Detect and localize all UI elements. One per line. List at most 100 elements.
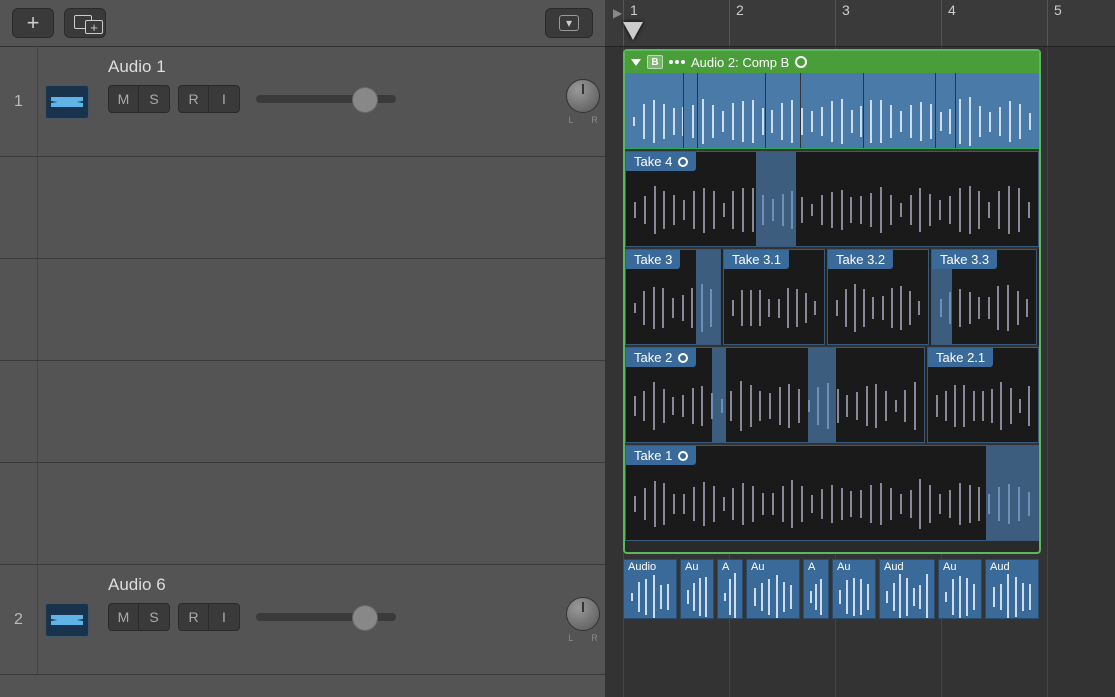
- input-button[interactable]: I: [209, 86, 239, 112]
- take-segment[interactable]: Take 1: [625, 445, 1039, 541]
- take-folder-header[interactable]: B Audio 2: Comp B: [625, 51, 1039, 73]
- take-lane[interactable]: Take 3 Take 3.1 Take 3.2 Take 3.3: [625, 247, 1039, 345]
- take-segment[interactable]: Take 3: [625, 249, 721, 345]
- audio-region[interactable]: Audio: [623, 559, 677, 619]
- track-header[interactable]: 2 Audio 6 M S R I: [0, 565, 605, 675]
- track-header[interactable]: 1 Audio 1 M S R I: [0, 47, 605, 157]
- mute-button[interactable]: M: [109, 86, 139, 112]
- waveform: [724, 272, 824, 344]
- volume-slider[interactable]: [256, 613, 396, 621]
- take-lane[interactable]: Take 2 Take 2.1: [625, 345, 1039, 443]
- waveform: [928, 370, 1038, 442]
- region-label: A: [718, 560, 733, 574]
- record-button[interactable]: R: [179, 604, 209, 630]
- comp-badge[interactable]: B: [647, 55, 663, 69]
- region-label: Aud: [986, 560, 1014, 574]
- take-label: Take 3.2: [828, 250, 893, 269]
- toolbar-dropdown-button[interactable]: [545, 8, 593, 38]
- audio-region[interactable]: A: [717, 559, 743, 619]
- volume-slider[interactable]: [256, 95, 396, 103]
- track-name[interactable]: Audio 1: [108, 57, 549, 77]
- playhead[interactable]: [623, 22, 643, 40]
- take-lane[interactable]: Take 4: [625, 149, 1039, 247]
- take-lane-header: [0, 463, 605, 565]
- waveform: [828, 272, 928, 344]
- region-label: Audio: [624, 560, 660, 574]
- ruler-tick: 5: [1047, 0, 1062, 46]
- waveform: [625, 95, 1039, 148]
- take-folder[interactable]: B Audio 2: Comp B Take 4Take 3Take 3.1Ta…: [623, 49, 1041, 554]
- audio-region[interactable]: Aud: [879, 559, 935, 619]
- region-label: A: [804, 560, 819, 574]
- pan-knob[interactable]: [566, 597, 600, 631]
- pan-knob[interactable]: [566, 79, 600, 113]
- take-label: Take 3.3: [932, 250, 997, 269]
- loop-icon[interactable]: [795, 56, 807, 68]
- take-segment[interactable]: Take 2.1: [927, 347, 1039, 443]
- track-number: 1: [0, 47, 38, 156]
- region-label: Aud: [880, 560, 908, 574]
- take-segment[interactable]: Take 3.3: [931, 249, 1037, 345]
- input-button[interactable]: I: [209, 604, 239, 630]
- track-headers: 1 Audio 1 M S R I: [0, 47, 605, 697]
- toolbar: [0, 0, 605, 47]
- region-label: Au: [939, 560, 960, 574]
- ruler-tick: 2: [729, 0, 744, 46]
- audio-region[interactable]: Au: [680, 559, 714, 619]
- take-lane-header: [0, 259, 605, 361]
- waveform: [986, 576, 1038, 618]
- take-label: Take 1: [626, 446, 696, 465]
- region-label: Au: [681, 560, 702, 574]
- record-button[interactable]: R: [179, 86, 209, 112]
- track-number: 2: [0, 565, 38, 674]
- arrange-area[interactable]: B Audio 2: Comp B Take 4Take 3Take 3.1Ta…: [605, 47, 1115, 697]
- waveform: [681, 576, 713, 618]
- audio-region[interactable]: A: [803, 559, 829, 619]
- waveform: [626, 174, 1038, 246]
- take-segment[interactable]: Take 2: [625, 347, 925, 443]
- take-segment[interactable]: Take 3.2: [827, 249, 929, 345]
- waveform: [939, 576, 981, 618]
- ruler-tick: 4: [941, 0, 956, 46]
- take-label: Take 3: [626, 250, 680, 269]
- take-label: Take 4: [626, 152, 696, 171]
- audio-region[interactable]: Au: [832, 559, 876, 619]
- timeline-ruler[interactable]: ▶ 1 2 3 4 5: [605, 0, 1115, 47]
- audio-region[interactable]: Au: [746, 559, 800, 619]
- quick-swipe-icon[interactable]: [669, 60, 685, 64]
- waveform: [718, 576, 742, 618]
- waveform: [747, 576, 799, 618]
- loop-icon: [678, 157, 688, 167]
- ruler-tick: 3: [835, 0, 850, 46]
- duplicate-track-button[interactable]: [64, 8, 106, 38]
- add-track-button[interactable]: [12, 8, 54, 38]
- take-segment[interactable]: Take 4: [625, 151, 1039, 247]
- waveform: [880, 576, 934, 618]
- loop-icon: [678, 353, 688, 363]
- mute-button[interactable]: M: [109, 604, 139, 630]
- audio-track-icon[interactable]: [45, 85, 89, 119]
- take-lane-header: [0, 157, 605, 259]
- audio-track-icon[interactable]: [45, 603, 89, 637]
- disclosure-triangle-icon[interactable]: [631, 59, 641, 66]
- loop-icon: [678, 451, 688, 461]
- waveform: [833, 576, 875, 618]
- waveform: [804, 576, 828, 618]
- play-icon: ▶: [613, 6, 622, 20]
- waveform: [626, 370, 924, 442]
- track-2-clips: Audio Au A Au A Au Aud Au Aud: [623, 559, 1041, 619]
- take-label: Take 3.1: [724, 250, 789, 269]
- audio-region[interactable]: Aud: [985, 559, 1039, 619]
- audio-region[interactable]: Au: [938, 559, 982, 619]
- take-label: Take 2: [626, 348, 696, 367]
- solo-button[interactable]: S: [139, 86, 169, 112]
- region-label: Au: [833, 560, 854, 574]
- take-segment[interactable]: Take 3.1: [723, 249, 825, 345]
- region-label: Au: [747, 560, 768, 574]
- take-lane[interactable]: Take 1: [625, 443, 1039, 541]
- comp-region[interactable]: [625, 73, 1039, 149]
- track-name[interactable]: Audio 6: [108, 575, 549, 595]
- waveform: [624, 576, 676, 618]
- solo-button[interactable]: S: [139, 604, 169, 630]
- take-folder-title: Audio 2: Comp B: [691, 55, 789, 70]
